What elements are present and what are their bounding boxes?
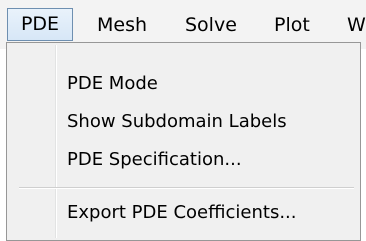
menu-item-export-pde-coefficients[interactable]: Export PDE Coefficients...: [67, 202, 297, 224]
menu-item-pde-mode[interactable]: PDE Mode: [67, 73, 158, 95]
pde-dropdown-menu: PDE Mode Show Subdomain Labels PDE Speci…: [6, 42, 361, 241]
menu-pde[interactable]: PDE: [7, 8, 73, 41]
menu-window-partial[interactable]: W: [347, 14, 366, 36]
menu-solve[interactable]: Solve: [185, 14, 237, 36]
menu-plot[interactable]: Plot: [274, 14, 310, 36]
menu-item-show-subdomain-labels[interactable]: Show Subdomain Labels: [67, 111, 287, 133]
menu-separator: [19, 187, 354, 189]
menu-icon-gutter-highlight: [56, 45, 57, 238]
menu-item-pde-specification[interactable]: PDE Specification...: [67, 149, 242, 171]
menu-mesh[interactable]: Mesh: [97, 14, 147, 36]
